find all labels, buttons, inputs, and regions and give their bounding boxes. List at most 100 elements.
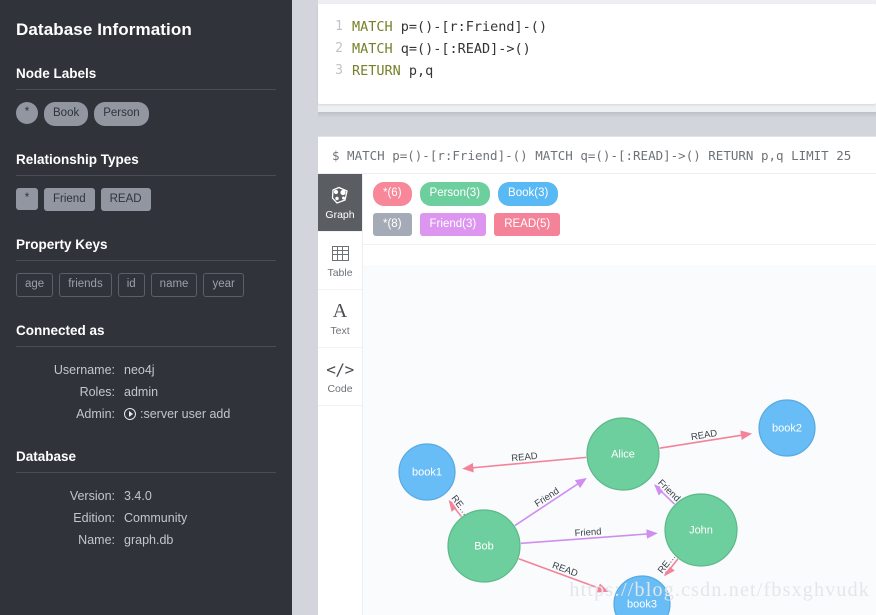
- property-key-chip-age[interactable]: age: [16, 273, 54, 297]
- line-number-2: 2: [335, 41, 343, 56]
- username-value: neo4j: [124, 362, 155, 377]
- view-tab-bar: Graph Table A Text </> Code: [318, 174, 363, 615]
- property-key-chip-name[interactable]: name: [150, 273, 198, 297]
- node-labels-heading: Node Labels: [16, 66, 97, 81]
- line-2-text: q=()-[:READ]->(): [392, 41, 531, 57]
- editor-region: 1 MATCH p=()-[r:Friend]-() 2 MATCH q=()-…: [318, 0, 876, 112]
- graph-node-john[interactable]: John: [664, 493, 738, 567]
- node-label: Bob: [474, 540, 494, 552]
- node-label-chip-person[interactable]: Person: [94, 102, 149, 126]
- line-3-text: p,q: [400, 63, 434, 79]
- relationship-type-chip-all[interactable]: *: [16, 187, 38, 210]
- tab-text[interactable]: A Text: [318, 290, 362, 348]
- code-icon: </>: [326, 359, 354, 379]
- connected-as-heading: Connected as: [16, 322, 105, 338]
- connected-as-divider: [16, 345, 276, 347]
- line-3-keyword: RETURN: [352, 63, 401, 79]
- node-label: book2: [772, 422, 802, 434]
- text-icon: A: [332, 300, 348, 322]
- relationship-types-chip-list: * Friend READ: [16, 187, 276, 211]
- connected-as-row-username: Username: neo4j: [16, 361, 276, 379]
- legend-pill-all-rels[interactable]: *(8): [373, 212, 412, 236]
- line-number-1: 1: [335, 19, 343, 34]
- sidebar-title: Database Information: [16, 20, 192, 39]
- node-label: John: [689, 524, 713, 536]
- neo4j-browser-window: Database Information Node Labels * Book …: [0, 0, 876, 615]
- edge-label-alice-book2: READ: [690, 428, 718, 443]
- edge-label-bob-book3: READ: [551, 560, 580, 579]
- database-heading: Database: [16, 448, 77, 464]
- legend-node-pills: *(6) Person(3) Book(3): [373, 182, 866, 206]
- editor-line-1: 1 MATCH p=()-[r:Friend]-(): [318, 16, 876, 38]
- frame-body: Graph Table A Text </> Code *(6) Person(…: [318, 174, 876, 615]
- username-label: Username:: [53, 362, 115, 377]
- sidebar-resize-gutter[interactable]: [292, 0, 318, 615]
- tab-code-label: Code: [327, 383, 353, 395]
- graph-node-book2[interactable]: book2: [758, 399, 816, 457]
- legend-relationship-pills: *(8) Friend(3) READ(5): [373, 212, 866, 236]
- admin-command-text[interactable]: :server user add: [140, 405, 230, 423]
- relationship-types-divider: [16, 174, 276, 176]
- admin-value-wrap[interactable]: :server user add: [124, 405, 230, 423]
- property-keys-heading: Property Keys: [16, 237, 108, 252]
- node-labels-divider: [16, 89, 276, 90]
- roles-value: admin: [124, 384, 159, 399]
- database-table: Version: 3.4.0 Edition: Community Name: …: [16, 487, 276, 549]
- legend-pill-all-nodes[interactable]: *(6): [373, 182, 412, 206]
- tab-table[interactable]: Table: [318, 232, 362, 290]
- editor-line-3: 3 RETURN p,q: [318, 60, 876, 82]
- tab-text-label: Text: [330, 325, 350, 337]
- roles-label: Roles:: [79, 384, 115, 399]
- cypher-editor[interactable]: 1 MATCH p=()-[r:Friend]-() 2 MATCH q=()-…: [318, 4, 876, 104]
- connected-as-row-roles: Roles: admin: [16, 383, 276, 401]
- legend-pill-friend[interactable]: Friend(3): [419, 212, 487, 236]
- property-keys-divider: [16, 260, 276, 261]
- relationship-type-chip-read[interactable]: READ: [100, 187, 151, 211]
- property-key-chip-id[interactable]: id: [117, 273, 145, 297]
- frame-query-title: $ MATCH p=()-[r:Friend]-() MATCH q=()-[:…: [318, 137, 876, 174]
- property-keys-chip-list: age friends id name year: [16, 273, 276, 297]
- node-labels-chip-list: * Book Person: [16, 102, 276, 126]
- property-key-chip-friends[interactable]: friends: [59, 273, 112, 297]
- database-row-name: Name: graph.db: [16, 531, 276, 549]
- graph-result-area: *(6) Person(3) Book(3) *(8) Friend(3) RE…: [363, 174, 876, 615]
- version-value: 3.4.0: [124, 488, 152, 503]
- legend: *(6) Person(3) Book(3) *(8) Friend(3) RE…: [363, 174, 876, 245]
- property-key-chip-year[interactable]: year: [203, 273, 244, 297]
- graph-node-book3[interactable]: book3: [613, 575, 671, 615]
- play-circle-icon[interactable]: [124, 407, 136, 420]
- line-number-3: 3: [335, 63, 343, 78]
- edition-value: Community: [124, 511, 188, 525]
- graph-node-book1[interactable]: book1: [398, 443, 456, 501]
- table-icon: [331, 242, 349, 264]
- node-label: book1: [412, 466, 442, 478]
- connected-as-table: Username: neo4j Roles: admin Admin: :ser…: [16, 361, 276, 423]
- edge-label-bob-john: Friend: [574, 526, 602, 539]
- legend-pill-person[interactable]: Person(3): [419, 182, 491, 206]
- node-label-chip-book[interactable]: Book: [44, 102, 89, 126]
- legend-pill-book[interactable]: Book(3): [498, 182, 559, 206]
- line-2-keyword: MATCH: [352, 41, 393, 57]
- result-frame: $ MATCH p=()-[r:Friend]-() MATCH q=()-[:…: [318, 136, 876, 615]
- tab-graph[interactable]: Graph: [318, 174, 362, 232]
- tab-code[interactable]: </> Code: [318, 348, 362, 406]
- admin-label: Admin:: [76, 406, 115, 421]
- relationship-types-heading: Relationship Types: [16, 151, 139, 167]
- graph-node-alice[interactable]: Alice: [586, 417, 660, 491]
- editor-line-2: 2 MATCH q=()-[:READ]->(): [318, 38, 876, 60]
- edge-label-john-alice: Friend: [655, 477, 682, 504]
- graph-node-bob[interactable]: Bob: [447, 509, 521, 583]
- graph-svg[interactable]: READREADREADREADRE…RE…READREAD RE…RE…Frie…: [363, 265, 876, 615]
- node-label: Alice: [611, 448, 635, 460]
- line-1-keyword: MATCH: [352, 19, 393, 35]
- database-information-sidebar: Database Information Node Labels * Book …: [0, 0, 292, 615]
- name-value: graph.db: [124, 533, 174, 548]
- relationship-type-chip-friend[interactable]: Friend: [44, 187, 95, 211]
- graph-canvas[interactable]: READ READ READ READ RE… RE… READ READ RE… RE… Frie…: [363, 265, 876, 615]
- database-divider: [16, 471, 276, 473]
- node-label: book3: [627, 598, 657, 610]
- tab-graph-label: Graph: [325, 209, 355, 221]
- graph-icon: [330, 184, 350, 206]
- node-label-chip-all[interactable]: *: [16, 102, 38, 124]
- legend-pill-read[interactable]: READ(5): [494, 212, 561, 236]
